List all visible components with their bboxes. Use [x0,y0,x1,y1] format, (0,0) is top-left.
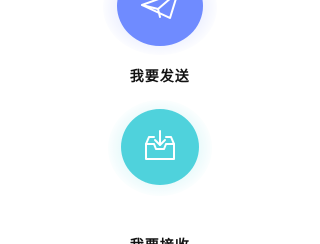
transfer-home: 我要发送 我要接收 [0,0,320,244]
receive-button[interactable] [121,109,199,185]
send-label: 我要发送 [130,69,190,85]
paper-plane-icon [141,0,177,19]
receive-label: 我要接收 [0,235,320,244]
receive-action[interactable]: 我要接收 [0,100,320,244]
inbox-download-icon [145,130,175,160]
send-action[interactable]: 我要发送 [0,0,320,100]
